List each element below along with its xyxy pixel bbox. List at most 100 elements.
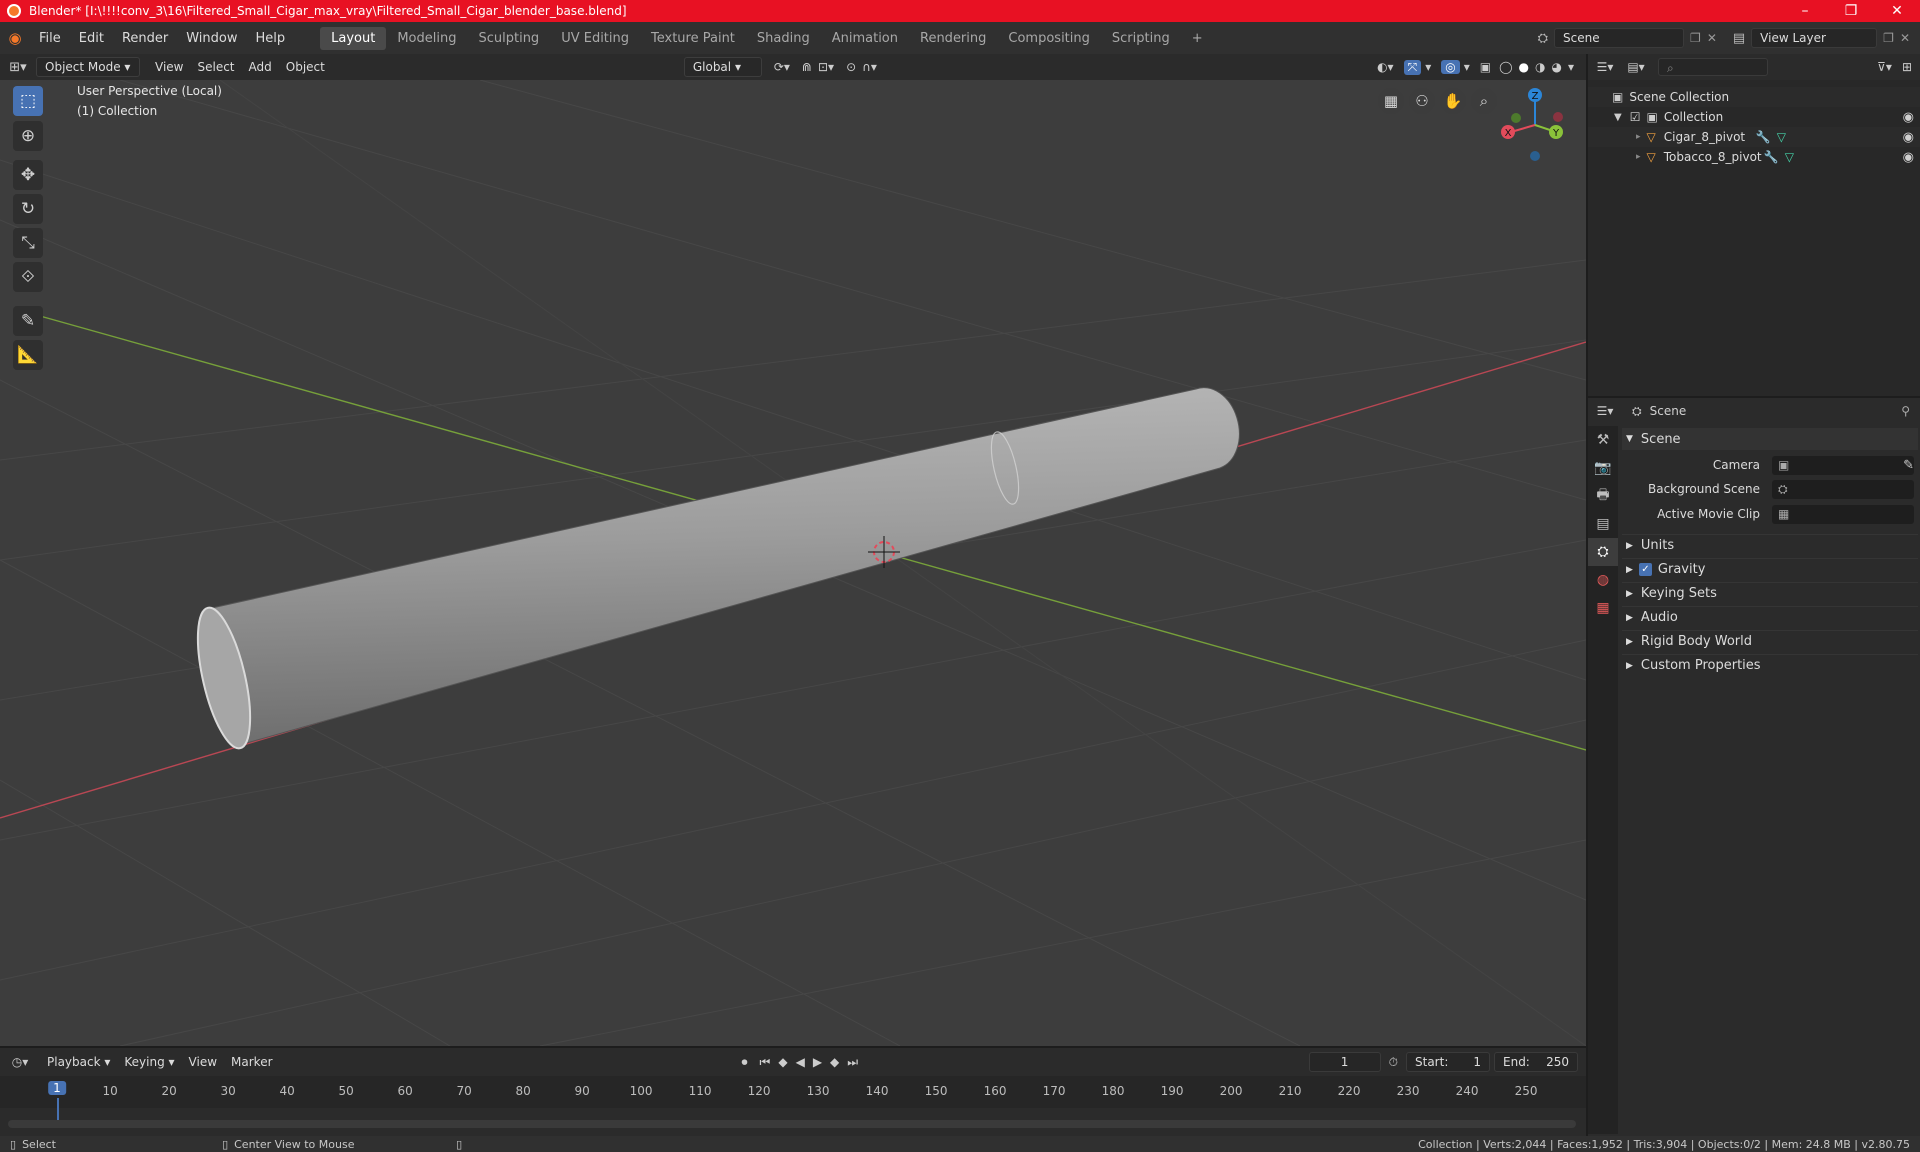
mesh-data-icon[interactable]: ▽ — [1777, 130, 1786, 144]
start-frame-input[interactable]: Start: 1 — [1406, 1052, 1490, 1072]
timeline-view-menu[interactable]: View — [182, 1053, 224, 1071]
tab-scripting[interactable]: Scripting — [1101, 27, 1181, 50]
audio-panel[interactable]: ▶ Audio — [1622, 606, 1918, 628]
zoom-view-icon[interactable]: ⌕ — [1471, 88, 1497, 114]
jump-start-icon[interactable]: ⏮ — [760, 1055, 771, 1070]
proportional-edit-icon[interactable]: ⊙ — [846, 60, 856, 74]
eyedropper-icon[interactable]: ✎ — [1903, 458, 1914, 473]
background-scene-field[interactable]: ⛭ — [1772, 479, 1914, 499]
gizmos-icon[interactable]: ⤧ — [1403, 59, 1422, 75]
expand-arrow-icon[interactable]: ▸ — [1636, 152, 1641, 162]
modifier-wrench-icon[interactable]: 🔧 — [1764, 150, 1779, 164]
tab-modeling[interactable]: Modeling — [386, 27, 467, 50]
view-layer-icon[interactable]: ▤ — [1733, 31, 1745, 46]
transform-orientation-dropdown[interactable]: Global ▾ — [683, 57, 762, 77]
next-keyframe-icon[interactable]: ◆ — [830, 1055, 839, 1069]
minimize-button[interactable]: – — [1782, 3, 1828, 19]
falloff-icon[interactable]: ∩▾ — [862, 60, 877, 74]
filter-icon[interactable]: ⊽▾ — [1877, 60, 1892, 74]
outliner-editor-type-icon[interactable]: ☰▾ — [1588, 60, 1622, 74]
play-reverse-icon[interactable]: ◀ — [796, 1055, 805, 1069]
outliner-search-input[interactable]: ⌕ — [1658, 58, 1768, 76]
xray-icon[interactable]: ▣ — [1480, 60, 1491, 74]
tool-tab-icon[interactable]: ⚒ — [1588, 426, 1618, 454]
cigar-mesh[interactable] — [187, 387, 1240, 753]
keying-sets-panel[interactable]: ▶ Keying Sets — [1622, 582, 1918, 604]
tab-texture-paint[interactable]: Texture Paint — [640, 27, 746, 50]
mesh-data-icon[interactable]: ▽ — [1785, 150, 1794, 164]
timeline-editor-type-icon[interactable]: ◷▾ — [0, 1055, 40, 1069]
outliner-object-row[interactable]: ▸ ▽ Tobacco_8_pivot 🔧 ▽ ◉ — [1588, 147, 1920, 167]
scene-remove-icon[interactable]: ✕ — [1707, 31, 1717, 45]
new-collection-icon[interactable]: ⊞ — [1902, 60, 1912, 74]
visibility-icon[interactable]: ◐▾ — [1377, 60, 1394, 74]
view-layer-tab-icon[interactable]: ▤ — [1588, 510, 1618, 538]
tab-layout[interactable]: Layout — [320, 26, 387, 50]
add-workspace-button[interactable]: + — [1181, 27, 1214, 50]
end-frame-input[interactable]: End: 250 — [1494, 1052, 1578, 1072]
move-tool-icon[interactable]: ✥ — [13, 160, 43, 190]
menu-window[interactable]: Window — [177, 31, 246, 46]
expand-arrow-icon[interactable]: ▼ — [1614, 112, 1622, 123]
object-visibility-eye-icon[interactable]: ◉ — [1903, 130, 1914, 145]
rotate-tool-icon[interactable]: ↻ — [13, 194, 43, 224]
overlays-dropdown-icon[interactable]: ▾ — [1464, 60, 1470, 74]
view-layer-remove-icon[interactable]: ✕ — [1900, 31, 1910, 45]
active-movie-clip-field[interactable]: ▦ — [1772, 504, 1914, 524]
menu-select[interactable]: Select — [190, 58, 241, 76]
expand-arrow-icon[interactable]: ▸ — [1636, 132, 1641, 142]
annotate-tool-icon[interactable]: ✎ — [13, 306, 43, 336]
snap-target-icon[interactable]: ⊡▾ — [818, 60, 834, 74]
rigid-body-world-panel[interactable]: ▶ Rigid Body World — [1622, 630, 1918, 652]
collection-row[interactable]: ▼ ☑ ▣ Collection ◉ — [1588, 107, 1920, 127]
marker-menu[interactable]: Marker — [224, 1053, 279, 1071]
rendered-shading-icon[interactable]: ◕ — [1551, 60, 1561, 74]
menu-file[interactable]: File — [30, 31, 70, 46]
material-shading-icon[interactable]: ◑ — [1535, 60, 1545, 74]
menu-help[interactable]: Help — [247, 31, 295, 46]
pin-icon[interactable]: ⚲ — [1901, 404, 1910, 418]
tab-sculpting[interactable]: Sculpting — [467, 27, 550, 50]
transform-tool-icon[interactable]: ⟐ — [13, 262, 43, 292]
menu-view[interactable]: View — [148, 58, 190, 76]
3d-viewport[interactable]: Z X Y User Perspective (Local) (1) Colle… — [0, 80, 1586, 1046]
gravity-panel[interactable]: ▶ ✓ Gravity — [1622, 558, 1918, 580]
cursor-tool-icon[interactable]: ⊕ — [13, 121, 43, 151]
overlays-icon[interactable]: ◎ — [1441, 60, 1460, 74]
gravity-checkbox[interactable]: ✓ — [1638, 563, 1652, 576]
pivot-point-icon[interactable]: ⟳▾ — [774, 60, 790, 74]
tab-animation[interactable]: Animation — [821, 27, 909, 50]
preview-range-icon[interactable]: ⏱ — [1389, 1055, 1398, 1070]
gizmos-dropdown-icon[interactable]: ▾ — [1425, 60, 1431, 74]
solid-shading-icon[interactable]: ● — [1519, 60, 1529, 74]
scene-panel-header[interactable]: ▼ Scene — [1622, 428, 1918, 450]
tab-uv-editing[interactable]: UV Editing — [550, 27, 640, 50]
maximize-button[interactable]: ❐ — [1828, 3, 1874, 19]
close-button[interactable]: ✕ — [1874, 3, 1920, 19]
playback-menu[interactable]: Playback ▾ — [40, 1053, 117, 1071]
units-panel[interactable]: ▶ Units — [1622, 534, 1918, 556]
view-layer-selector[interactable]: View Layer — [1751, 28, 1878, 48]
editor-type-icon[interactable]: ⊞▾ — [0, 60, 36, 75]
camera-view-icon[interactable]: ⚇ — [1409, 88, 1435, 114]
tab-compositing[interactable]: Compositing — [997, 27, 1101, 50]
outliner-object-row[interactable]: ▸ ▽ Cigar_8_pivot 🔧 ▽ ◉ — [1588, 127, 1920, 147]
world-tab-icon[interactable]: ◍ — [1588, 566, 1618, 594]
shading-dropdown-icon[interactable]: ▾ — [1568, 60, 1574, 74]
prev-keyframe-icon[interactable]: ◆ — [778, 1055, 787, 1069]
object-mode-dropdown[interactable]: Object Mode ▾ — [36, 57, 140, 77]
select-box-tool-icon[interactable]: ⬚ — [13, 86, 43, 116]
view-layer-new-icon[interactable]: ❐ — [1883, 31, 1894, 45]
scene-new-icon[interactable]: ❐ — [1690, 31, 1701, 45]
play-icon[interactable]: ▶ — [813, 1055, 822, 1069]
scene-icon[interactable]: ⛭ — [1538, 31, 1548, 46]
collection-visibility-eye-icon[interactable]: ◉ — [1903, 110, 1914, 125]
wireframe-shading-icon[interactable]: ◯ — [1499, 60, 1512, 74]
tab-rendering[interactable]: Rendering — [909, 27, 997, 50]
scale-tool-icon[interactable]: ⤡ — [13, 228, 43, 258]
scene-selector[interactable]: Scene — [1554, 28, 1685, 48]
texture-tab-icon[interactable]: ▦ — [1588, 594, 1618, 622]
display-mode-icon[interactable]: ▤▾ — [1622, 60, 1650, 74]
blender-menu-icon[interactable]: ◉ — [0, 29, 30, 47]
measure-tool-icon[interactable]: 📐 — [13, 340, 43, 370]
